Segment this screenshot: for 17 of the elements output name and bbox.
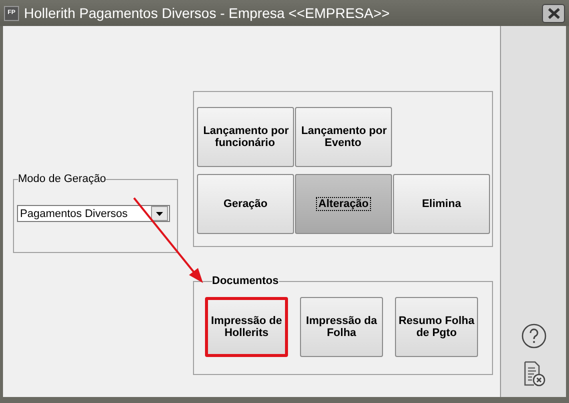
close-icon[interactable] bbox=[548, 8, 560, 18]
action-button[interactable]: Alteração bbox=[295, 174, 392, 234]
document-button[interactable]: Impressão da Folha bbox=[300, 297, 383, 357]
mode-select[interactable]: Pagamentos Diversos bbox=[17, 205, 170, 222]
window-title: Hollerith Pagamentos Diversos - Empresa <<EMPRESA>> bbox=[24, 5, 391, 21]
document-button[interactable]: Resumo Folha de Pgto bbox=[395, 297, 478, 357]
action-button[interactable]: Elimina bbox=[393, 174, 490, 234]
action-button[interactable]: Lançamento por funcionário bbox=[197, 107, 294, 167]
caret-icon bbox=[156, 212, 163, 216]
group-label: Modo de Geração bbox=[18, 173, 106, 185]
document-delete-icon[interactable] bbox=[522, 361, 546, 387]
help-icon[interactable] bbox=[520, 323, 546, 349]
document-button[interactable]: Impressão de Hollerits bbox=[205, 297, 288, 357]
action-button[interactable]: Geração bbox=[197, 174, 294, 234]
close-button[interactable] bbox=[542, 4, 565, 22]
action-button[interactable]: Lançamento por Evento bbox=[295, 107, 392, 167]
group-label: Documentos bbox=[212, 275, 279, 287]
